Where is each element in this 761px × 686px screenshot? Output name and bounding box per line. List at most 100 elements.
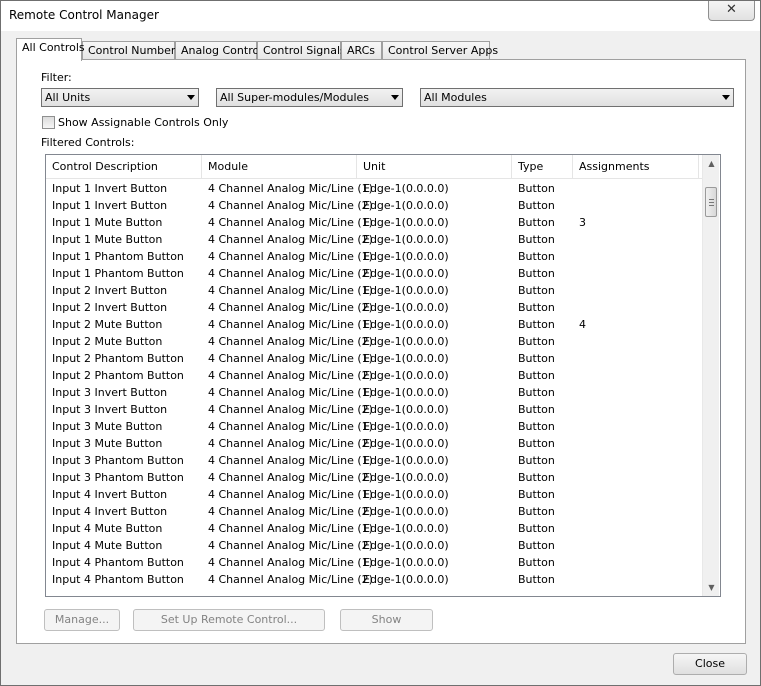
cell-unit: Edge-1(0.0.0.0) <box>363 318 449 331</box>
cell-unit: Edge-1(0.0.0.0) <box>363 437 449 450</box>
cell-unit: Edge-1(0.0.0.0) <box>363 250 449 263</box>
cell-module: 4 Channel Analog Mic/Line (1) <box>208 216 373 229</box>
cell-unit: Edge-1(0.0.0.0) <box>363 539 449 552</box>
cell-control-description: Input 2 Phantom Button <box>52 352 184 365</box>
super-modules-dropdown[interactable]: All Super-modules/Modules <box>216 88 403 107</box>
cell-module: 4 Channel Analog Mic/Line (1) <box>208 250 373 263</box>
table-row[interactable]: Input 4 Phantom Button 4 Channel Analog M… <box>46 571 702 588</box>
table-row[interactable]: Input 4 Invert Button 4 Channel Analog Mi… <box>46 503 702 520</box>
cell-module: 4 Channel Analog Mic/Line (2) <box>208 573 373 586</box>
cell-control-description: Input 4 Phantom Button <box>52 556 184 569</box>
cell-type: Button <box>518 505 555 518</box>
show-assignable-label[interactable]: Show Assignable Controls Only <box>58 116 228 129</box>
cell-unit: Edge-1(0.0.0.0) <box>363 556 449 569</box>
cell-unit: Edge-1(0.0.0.0) <box>363 369 449 382</box>
set-up-remote-control-button[interactable]: Set Up Remote Control... <box>133 609 325 631</box>
table-row[interactable]: Input 1 Phantom Button 4 Channel Analog M… <box>46 265 702 282</box>
cell-module: 4 Channel Analog Mic/Line (1) <box>208 556 373 569</box>
cell-control-description: Input 1 Mute Button <box>52 233 163 246</box>
show-assignable-checkbox[interactable] <box>42 116 55 129</box>
cell-module: 4 Channel Analog Mic/Line (1) <box>208 284 373 297</box>
column-header-unit[interactable]: Unit <box>357 155 512 179</box>
cell-unit: Edge-1(0.0.0.0) <box>363 505 449 518</box>
table-row[interactable]: Input 1 Invert Button 4 Channel Analog Mi… <box>46 180 702 197</box>
table-row[interactable]: Input 3 Phantom Button 4 Channel Analog M… <box>46 452 702 469</box>
modules-dropdown[interactable]: All Modules <box>420 88 734 107</box>
cell-module: 4 Channel Analog Mic/Line (2) <box>208 369 373 382</box>
cell-module: 4 Channel Analog Mic/Line (1) <box>208 386 373 399</box>
scroll-down-icon[interactable]: ▼ <box>703 579 720 596</box>
table-row[interactable]: Input 2 Phantom Button 4 Channel Analog M… <box>46 350 702 367</box>
cell-type: Button <box>518 403 555 416</box>
cell-unit: Edge-1(0.0.0.0) <box>363 301 449 314</box>
cell-type: Button <box>518 335 555 348</box>
column-header-assignments[interactable]: Assignments <box>573 155 699 179</box>
units-dropdown[interactable]: All Units <box>41 88 199 107</box>
filter-label: Filter: <box>41 71 72 84</box>
show-button[interactable]: Show <box>340 609 433 631</box>
cell-type: Button <box>518 471 555 484</box>
vertical-scrollbar[interactable]: ▲ ▼ <box>702 155 719 596</box>
cell-module: 4 Channel Analog Mic/Line (1) <box>208 182 373 195</box>
cell-unit: Edge-1(0.0.0.0) <box>363 216 449 229</box>
cell-type: Button <box>518 216 555 229</box>
table-row[interactable]: Input 2 Phantom Button 4 Channel Analog M… <box>46 367 702 384</box>
table-row[interactable]: Input 3 Invert Button 4 Channel Analog Mi… <box>46 401 702 418</box>
table-row[interactable]: Input 3 Invert Button 4 Channel Analog Mi… <box>46 384 702 401</box>
cell-module: 4 Channel Analog Mic/Line (2) <box>208 471 373 484</box>
manage-button[interactable]: Manage... <box>44 609 120 631</box>
table-row[interactable]: Input 3 Mute Button 4 Channel Analog Mic/… <box>46 435 702 452</box>
cell-unit: Edge-1(0.0.0.0) <box>363 284 449 297</box>
units-dropdown-value: All Units <box>45 91 91 104</box>
cell-control-description: Input 3 Invert Button <box>52 386 168 399</box>
cell-assignments: 3 <box>579 216 586 229</box>
table-row[interactable]: Input 2 Invert Button 4 Channel Analog Mi… <box>46 282 702 299</box>
modules-dropdown-value: All Modules <box>424 91 487 104</box>
cell-type: Button <box>518 454 555 467</box>
close-button[interactable]: Close <box>673 653 747 675</box>
window-close-icon[interactable]: ✕ <box>708 1 755 21</box>
table-row[interactable]: Input 4 Invert Button 4 Channel Analog Mi… <box>46 486 702 503</box>
table-row[interactable]: Input 3 Mute Button 4 Channel Analog Mic/… <box>46 418 702 435</box>
column-header-type[interactable]: Type <box>512 155 573 179</box>
table-row[interactable]: Input 3 Phantom Button 4 Channel Analog M… <box>46 469 702 486</box>
cell-control-description: Input 4 Phantom Button <box>52 573 184 586</box>
cell-unit: Edge-1(0.0.0.0) <box>363 267 449 280</box>
scroll-up-icon[interactable]: ▲ <box>703 155 720 172</box>
table-row[interactable]: Input 2 Mute Button 4 Channel Analog Mic/… <box>46 316 702 333</box>
cell-assignments: 4 <box>579 318 586 331</box>
table-row[interactable]: Input 1 Mute Button 4 Channel Analog Mic/… <box>46 231 702 248</box>
cell-type: Button <box>518 284 555 297</box>
remote-control-manager-window: Remote Control Manager ✕ All Controls Co… <box>0 0 761 686</box>
cell-control-description: Input 1 Invert Button <box>52 182 168 195</box>
chevron-down-icon <box>391 95 399 100</box>
table-row[interactable]: Input 2 Mute Button 4 Channel Analog Mic/… <box>46 333 702 350</box>
cell-unit: Edge-1(0.0.0.0) <box>363 471 449 484</box>
tab-control-numbers[interactable]: Control Numbers <box>82 41 181 61</box>
controls-list[interactable]: Control Description Module Unit Type Ass… <box>45 154 721 597</box>
tab-control-signals[interactable]: Control Signals <box>257 41 346 61</box>
cell-type: Button <box>518 233 555 246</box>
table-row[interactable]: Input 1 Invert Button 4 Channel Analog Mi… <box>46 197 702 214</box>
column-header-module[interactable]: Module <box>202 155 357 179</box>
table-row[interactable]: Input 4 Phantom Button 4 Channel Analog M… <box>46 554 702 571</box>
table-row[interactable]: Input 1 Mute Button 4 Channel Analog Mic/… <box>46 214 702 231</box>
table-row[interactable]: Input 1 Phantom Button 4 Channel Analog M… <box>46 248 702 265</box>
scrollbar-thumb[interactable] <box>705 187 717 217</box>
table-row[interactable]: Input 2 Invert Button 4 Channel Analog Mi… <box>46 299 702 316</box>
cell-type: Button <box>518 420 555 433</box>
cell-control-description: Input 1 Phantom Button <box>52 267 184 280</box>
cell-type: Button <box>518 437 555 450</box>
tab-all-controls[interactable]: All Controls <box>16 38 85 61</box>
tab-control-server-apps[interactable]: Control Server Apps <box>382 41 498 61</box>
cell-type: Button <box>518 250 555 263</box>
cell-module: 4 Channel Analog Mic/Line (2) <box>208 505 373 518</box>
tab-analog-control[interactable]: Analog Control <box>175 41 262 61</box>
cell-module: 4 Channel Analog Mic/Line (1) <box>208 488 373 501</box>
cell-type: Button <box>518 318 555 331</box>
tab-arcs[interactable]: ARCs <box>341 41 382 61</box>
cell-unit: Edge-1(0.0.0.0) <box>363 403 449 416</box>
table-row[interactable]: Input 4 Mute Button 4 Channel Analog Mic/… <box>46 520 702 537</box>
column-header-control-description[interactable]: Control Description <box>46 155 202 179</box>
table-row[interactable]: Input 4 Mute Button 4 Channel Analog Mic/… <box>46 537 702 554</box>
